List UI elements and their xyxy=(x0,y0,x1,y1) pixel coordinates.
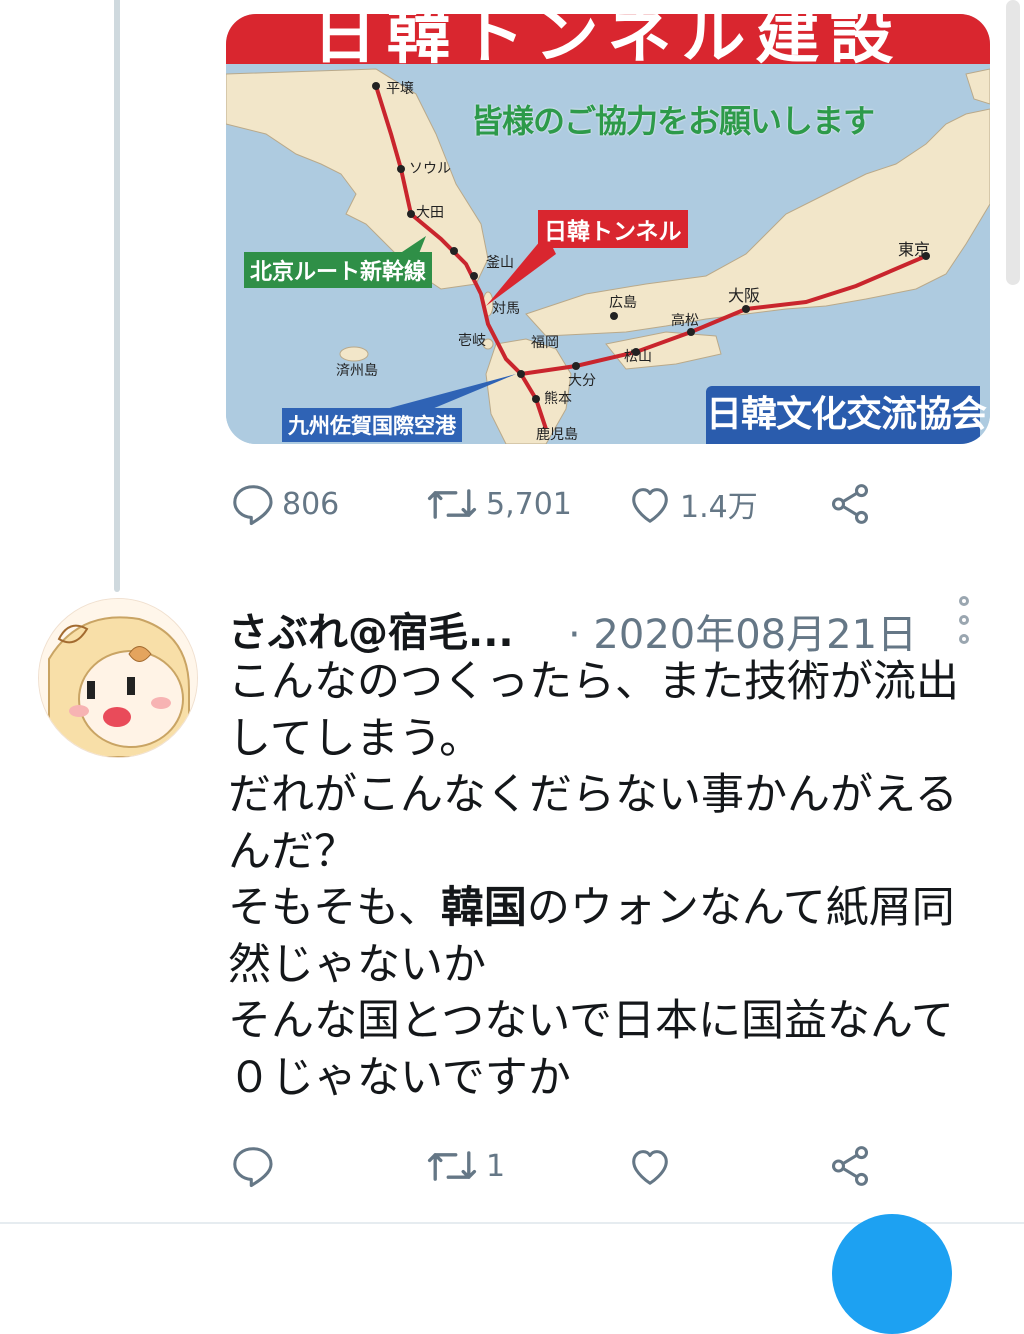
city-label: 福岡 xyxy=(531,335,559,351)
avatar[interactable] xyxy=(38,598,198,758)
like-count: 1.4万 xyxy=(680,490,758,525)
city-label: 大田 xyxy=(416,205,444,221)
anime-avatar-image xyxy=(39,599,197,757)
airport-label: 九州佐賀国際空港 xyxy=(282,408,462,442)
reply-icon xyxy=(233,1147,273,1188)
retweet-button[interactable]: 5,701 xyxy=(424,476,572,532)
reply-count: 806 xyxy=(282,486,340,522)
tweet-text-line: そもそも、韓国のウォンなんて紙屑同 xyxy=(228,880,988,937)
username[interactable]: さぶれ@宿毛... xyxy=(228,600,514,658)
city-label: 大分 xyxy=(568,373,596,389)
retweet-icon xyxy=(427,1151,477,1181)
city-label: 対馬 xyxy=(492,301,520,317)
retweet-count: 5,701 xyxy=(486,486,572,522)
map-subtitle: 皆様のご協力をお願いします xyxy=(471,102,875,140)
heart-icon xyxy=(632,1150,668,1185)
dot xyxy=(959,634,969,644)
route-label: 北京ルート新幹線 xyxy=(244,252,433,288)
city-label: 済州島 xyxy=(336,363,378,379)
reply-button[interactable] xyxy=(230,1138,282,1194)
city-label: 壱岐 xyxy=(458,333,486,349)
text-fragment: のウォンなんて紙屑同 xyxy=(526,883,955,933)
compose-tweet-button[interactable] xyxy=(832,1214,952,1334)
city-label: 東京 xyxy=(898,240,931,259)
like-button[interactable]: 1.4万 xyxy=(626,476,758,532)
city-label: 広島 xyxy=(609,295,637,311)
tweet-date[interactable]: · 2020年08月21日 xyxy=(568,602,917,660)
city-label: 大阪 xyxy=(728,286,761,305)
tweet-text-line: こんなのつくったら、また技術が流出 xyxy=(228,657,959,707)
share-button[interactable] xyxy=(826,1138,874,1194)
more-options-icon[interactable] xyxy=(952,596,976,644)
retweet-count: 1 xyxy=(486,1148,506,1184)
tweet-text-line: 然じゃないか xyxy=(228,939,486,990)
tweet-action-bar: 806 5,701 1.4万 xyxy=(226,476,886,532)
retweet-icon xyxy=(427,489,477,519)
tweet-header: さぶれ@宿毛... · 2020年08月21日 xyxy=(228,596,988,658)
city-label: 松山 xyxy=(624,349,652,365)
dot xyxy=(959,596,969,606)
share-button[interactable] xyxy=(826,476,874,532)
reply-action-bar: 1 xyxy=(226,1138,886,1194)
city-label: 釜山 xyxy=(486,255,514,271)
like-button[interactable] xyxy=(626,1138,680,1194)
tweet-media-image[interactable]: 日韓トンネル建設 皆様のご協力をお願いします 平壌 ソウル 大田 釜山 対馬 壱… xyxy=(226,14,990,444)
share-icon xyxy=(831,484,869,524)
reply-button[interactable]: 806 xyxy=(230,476,339,532)
city-label: 平壌 xyxy=(386,81,414,97)
text-fragment: そもそも、 xyxy=(228,883,441,933)
thread-connector-line xyxy=(114,0,120,592)
tweet-text-line: そんな国とつないで日本に国益なんて xyxy=(228,996,954,1046)
bold-text-fragment: 韓国 xyxy=(440,883,527,933)
dot xyxy=(959,615,969,625)
tweet-text: こんなのつくったら、また技術が流出 してしまう。 だれがこんなくだらない事かんが… xyxy=(228,654,988,1106)
city-label: 高松 xyxy=(671,313,699,329)
tweet-text-line: ０じゃないですか xyxy=(228,1052,571,1103)
city-label: 鹿児島 xyxy=(536,427,578,443)
reply-icon xyxy=(233,485,273,526)
tweet-text-line: んだ？ xyxy=(228,826,357,877)
heart-icon xyxy=(632,488,668,523)
city-label: ソウル xyxy=(409,161,451,177)
banner-title: 日韓トンネル建設 xyxy=(312,14,904,73)
tunnel-label: 日韓トンネル xyxy=(538,210,688,248)
tweet-text-line: してしまう。 xyxy=(228,713,483,764)
share-icon xyxy=(831,1146,869,1186)
city-label: 熊本 xyxy=(544,391,572,407)
retweet-button[interactable]: 1 xyxy=(424,1138,505,1194)
scrollbar[interactable] xyxy=(1006,0,1020,285)
tweet-text-line: だれがこんなくだらない事かんがえる xyxy=(228,770,958,820)
organization-label: 日韓文化交流協会 xyxy=(706,386,987,444)
